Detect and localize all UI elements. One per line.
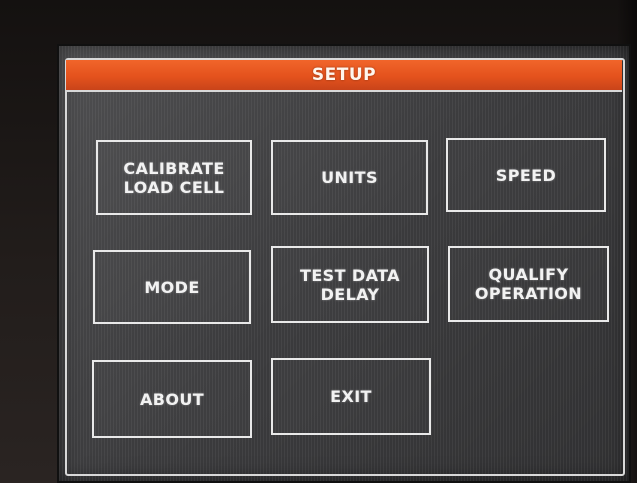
qualify-operation-label-line2: OPERATION: [474, 284, 583, 303]
test-data-delay-button[interactable]: TEST DATA DELAY: [271, 246, 429, 323]
page-title: SETUP: [311, 65, 377, 85]
exit-label: EXIT: [330, 387, 372, 406]
speed-label: SPEED: [495, 165, 557, 185]
mode-button[interactable]: MODE: [93, 250, 251, 324]
about-label: ABOUT: [139, 389, 205, 409]
units-button[interactable]: UNITS: [271, 140, 428, 215]
calibrate-load-cell-label-line1: CALIBRATE: [123, 158, 225, 178]
touch-screen: SETUP CALIBRATE LOAD CELL UNITS SPEED MO…: [57, 44, 631, 483]
mode-label: MODE: [144, 277, 200, 297]
calibrate-load-cell-button[interactable]: CALIBRATE LOAD CELL: [96, 140, 252, 215]
qualify-operation-label-line1: QUALIFY: [488, 265, 569, 284]
qualify-operation-button[interactable]: QUALIFY OPERATION: [448, 246, 609, 322]
title-bar: SETUP: [66, 60, 622, 92]
about-button[interactable]: ABOUT: [92, 360, 252, 438]
exit-button[interactable]: EXIT: [271, 358, 431, 435]
units-label: UNITS: [321, 168, 378, 187]
speed-button[interactable]: SPEED: [446, 138, 606, 212]
test-data-delay-label-line1: TEST DATA: [300, 265, 400, 285]
calibrate-load-cell-label-line2: LOAD CELL: [123, 177, 225, 197]
test-data-delay-label-line2: DELAY: [320, 284, 380, 304]
